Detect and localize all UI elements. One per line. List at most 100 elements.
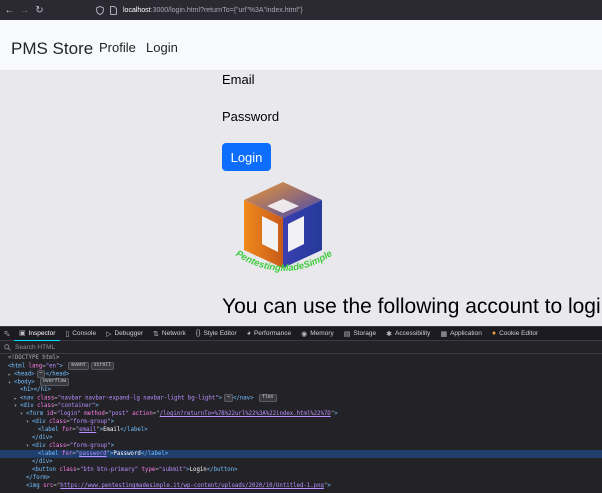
tree-row-button[interactable]: <button class="btn btn-primary" type="su… bbox=[0, 466, 602, 474]
tab-label: Debugger bbox=[114, 330, 144, 337]
tab-storage[interactable]: ▤ Storage bbox=[339, 327, 381, 341]
tab-label: Cookie Editor bbox=[499, 330, 539, 337]
html-lang-value: "en" bbox=[45, 363, 60, 370]
img-src-link[interactable]: https://www.pentestingmadesimple.it/wp-c… bbox=[60, 483, 324, 489]
overflow-badge[interactable]: overflow bbox=[40, 378, 70, 386]
tab-label: Inspector bbox=[28, 329, 56, 337]
event-badge[interactable]: event bbox=[68, 362, 89, 370]
password-label: Password bbox=[222, 109, 280, 124]
search-icon bbox=[4, 344, 11, 351]
back-icon[interactable]: ← bbox=[2, 0, 17, 20]
scroll-badge[interactable]: scroll bbox=[90, 362, 115, 370]
cookie-icon: ● bbox=[491, 330, 497, 337]
html-search-bar bbox=[0, 342, 602, 354]
nav-class-value: "navbar navbar-expand-lg navbar-light bg… bbox=[57, 395, 219, 402]
tree-row-head[interactable]: ▸ <head> ⋯ </head> bbox=[0, 370, 602, 378]
tab-console[interactable]: ▯ Console bbox=[60, 327, 101, 341]
form-action-link[interactable]: /login?returnTo=%7B%22url%22%3A%22index.… bbox=[160, 411, 331, 417]
element-picker-icon[interactable]: ⬁ bbox=[0, 327, 14, 341]
tree-row-div-close-2[interactable]: </div> bbox=[0, 458, 602, 466]
browser-toolbar: ← → ↻ localhost:3000/login.html?returnTo… bbox=[0, 0, 602, 20]
password-label-text: Password bbox=[113, 451, 141, 457]
debugger-icon: ▷ bbox=[106, 330, 112, 338]
gauge-icon: ◕ bbox=[246, 330, 251, 337]
email-label-text: Email bbox=[103, 427, 121, 433]
search-html-input[interactable] bbox=[15, 344, 215, 351]
container-class-value: "container" bbox=[57, 403, 96, 409]
tree-row-h1[interactable]: <h1></h1> bbox=[0, 386, 602, 394]
tab-application[interactable]: ▦ Application bbox=[435, 327, 486, 341]
collapsed-badge[interactable]: ⋯ bbox=[224, 394, 233, 402]
tab-cookie-editor[interactable]: ● Cookie Editor bbox=[487, 327, 543, 341]
tree-row-password-label-selected[interactable]: <label for="password">Password</label> bbox=[0, 450, 602, 458]
form-id-value: "login" bbox=[56, 411, 81, 417]
button-text: Login bbox=[189, 467, 207, 473]
tab-label: Application bbox=[450, 330, 482, 337]
braces-icon: {} bbox=[195, 330, 201, 337]
tab-label: Console bbox=[72, 330, 97, 337]
storage-icon: ▤ bbox=[343, 330, 351, 338]
page-icon bbox=[110, 5, 117, 15]
devtools-tabbar: ⬁ ▣ Inspector ▯ Console ▷ Debugger ⇅ Network… bbox=[0, 326, 602, 341]
tab-label: Performance bbox=[253, 330, 292, 337]
forward-icon[interactable]: → bbox=[17, 0, 32, 20]
button-type-value: "submit" bbox=[158, 467, 187, 473]
application-icon: ▦ bbox=[440, 330, 448, 338]
tab-performance[interactable]: ◕ Performance bbox=[242, 327, 296, 341]
doctype-text: <!DOCTYPE html> bbox=[8, 355, 60, 361]
tree-row-form-group-2[interactable]: ▾ <div class="form-group"> bbox=[0, 442, 602, 450]
form-group-class-value: "form-group" bbox=[69, 443, 111, 449]
memory-icon: ◉ bbox=[301, 330, 308, 338]
shield-icon bbox=[96, 5, 104, 15]
tree-row-form[interactable]: ▾ <form id="login" method="post" action="… bbox=[0, 410, 602, 418]
tree-row-doctype[interactable]: <!DOCTYPE html> bbox=[0, 354, 602, 362]
tab-network[interactable]: ⇅ Network bbox=[148, 327, 191, 341]
password-for-link[interactable]: password bbox=[79, 451, 106, 457]
company-logo: PentestingMadeSimple bbox=[234, 182, 335, 274]
tab-accessibility[interactable]: ✱ Accessibility bbox=[381, 327, 435, 341]
tab-label: Accessibility bbox=[395, 330, 431, 337]
inspector-icon: ▣ bbox=[19, 330, 26, 337]
form-method-value: "post" bbox=[108, 411, 129, 417]
tree-row-container[interactable]: ▾ <div class="container"> bbox=[0, 402, 602, 410]
tab-inspector[interactable]: ▣ Inspector bbox=[14, 327, 61, 341]
tree-row-email-label[interactable]: <label for="email">Email</label> bbox=[0, 426, 602, 434]
nav-link-profile[interactable]: Profile bbox=[99, 40, 136, 55]
navbar: PMS Store Profile Login bbox=[0, 20, 602, 70]
url-path: :3000/login.html?returnTo={"url"%3A"inde… bbox=[150, 6, 303, 14]
url-bar[interactable]: localhost:3000/login.html?returnTo={"url… bbox=[96, 2, 303, 18]
brand-link[interactable]: PMS Store bbox=[11, 39, 93, 59]
tab-label: Memory bbox=[310, 330, 334, 337]
tree-row-form-group-1[interactable]: ▾ <div class="form-group"> bbox=[0, 418, 602, 426]
page-viewport: PMS Store Profile Login Email Password L… bbox=[0, 20, 602, 326]
body-tag: body bbox=[17, 379, 32, 386]
tree-row-div-close-1[interactable]: </div> bbox=[0, 434, 602, 442]
devtools-panel: ⬁ ▣ Inspector ▯ Console ▷ Debugger ⇅ Network… bbox=[0, 326, 602, 493]
tab-label: Network bbox=[161, 330, 186, 337]
tab-style-editor[interactable]: {} Style Editor bbox=[191, 327, 242, 341]
email-label: Email bbox=[222, 72, 255, 87]
url-host: localhost bbox=[123, 6, 151, 14]
accessibility-icon: ✱ bbox=[386, 330, 393, 338]
email-for-link[interactable]: email bbox=[79, 427, 96, 433]
url-text[interactable]: localhost:3000/login.html?returnTo={"url… bbox=[123, 7, 303, 14]
tab-label: Storage bbox=[353, 330, 377, 337]
console-icon: ▯ bbox=[65, 330, 70, 338]
tree-row-body[interactable]: ▾ <body> overflow bbox=[0, 378, 602, 386]
tab-memory[interactable]: ◉ Memory bbox=[296, 327, 339, 341]
reload-icon[interactable]: ↻ bbox=[32, 0, 47, 20]
login-button[interactable]: Login bbox=[222, 143, 271, 171]
nav-link-login[interactable]: Login bbox=[146, 40, 178, 55]
html-tree: <!DOCTYPE html> <html lang="en"> event sc… bbox=[0, 354, 602, 490]
tree-row-img[interactable]: <img src="https://www.pentestingmadesimp… bbox=[0, 482, 602, 490]
tree-row-nav[interactable]: ▸ <nav class="navbar navbar-expand-lg nav… bbox=[0, 394, 602, 402]
button-class-value: "btn btn-primary" bbox=[79, 467, 139, 473]
flex-badge[interactable]: flex bbox=[258, 394, 277, 402]
form-group-class-value: "form-group" bbox=[69, 419, 111, 425]
tree-row-html[interactable]: <html lang="en"> event scroll bbox=[0, 362, 602, 370]
account-info-text: You can use the following account to log… bbox=[222, 295, 601, 318]
network-icon: ⇅ bbox=[153, 330, 159, 338]
tab-debugger[interactable]: ▷ Debugger bbox=[101, 327, 148, 341]
tab-label: Style Editor bbox=[203, 330, 237, 337]
tree-row-form-close[interactable]: </form> bbox=[0, 474, 602, 482]
